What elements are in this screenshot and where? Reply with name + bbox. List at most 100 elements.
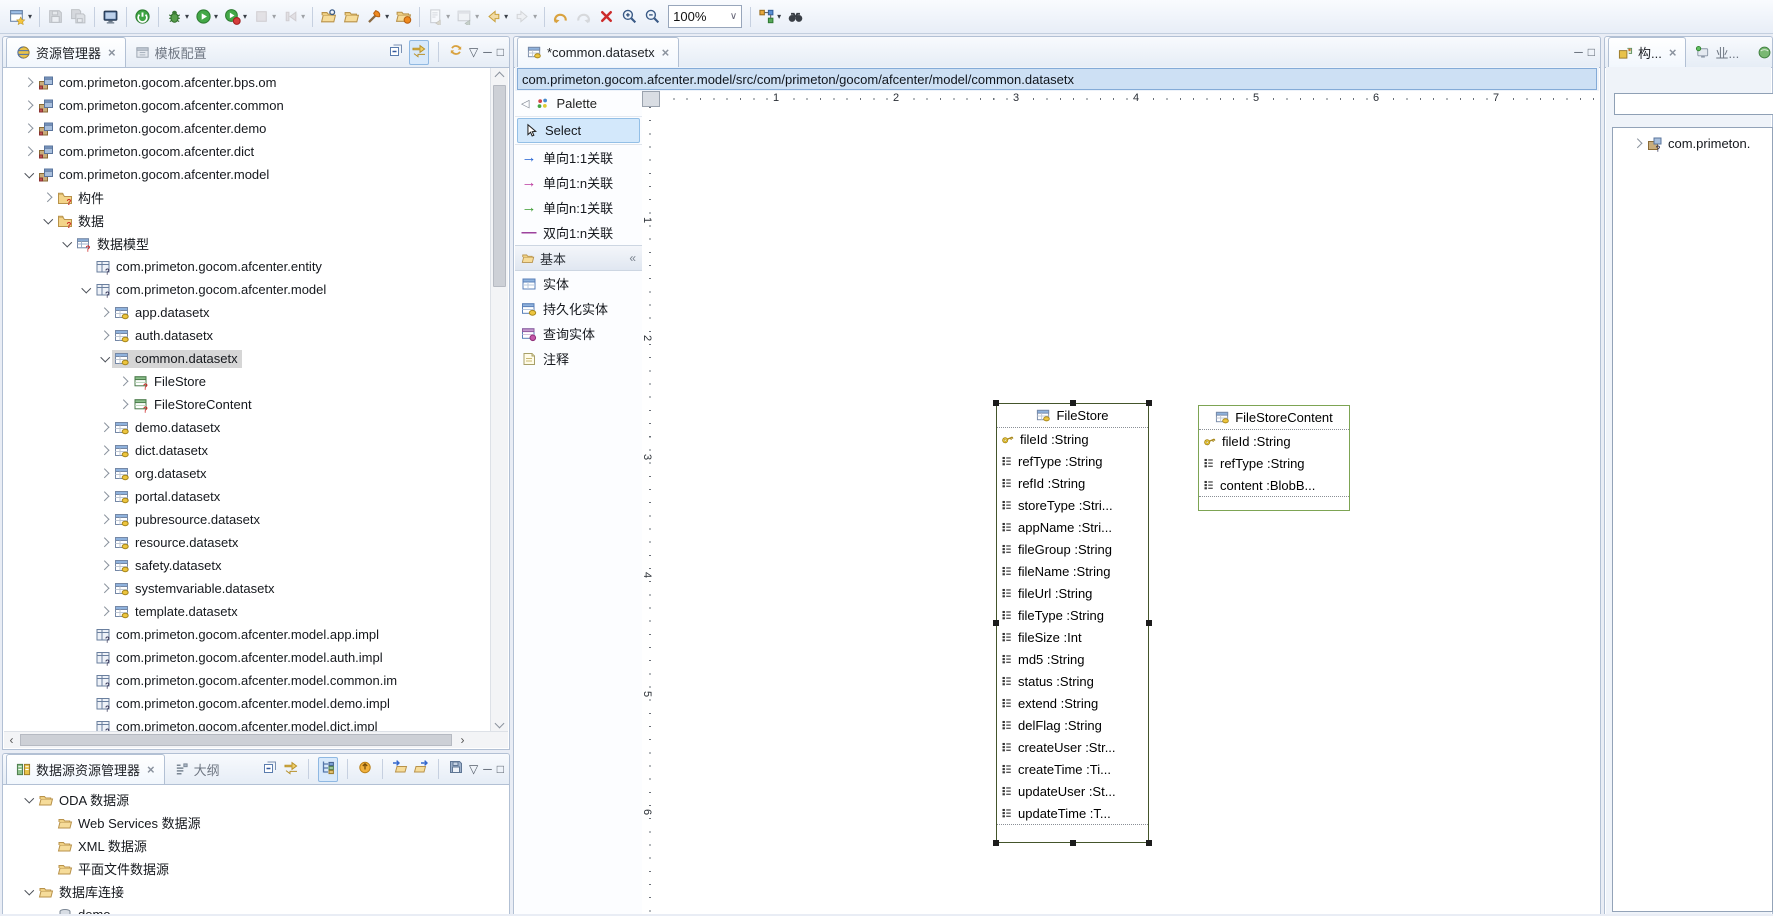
view-menu-button[interactable]: ▽: [469, 45, 478, 59]
dropdown-arrow-icon[interactable]: ▾: [533, 13, 537, 21]
tree-item-common-datasetx[interactable]: common.datasetx: [4, 347, 490, 370]
redo-button[interactable]: [572, 4, 595, 30]
chevron-right-icon[interactable]: [41, 191, 55, 205]
entity-field-createtime-ti[interactable]: createTime :Ti...: [997, 758, 1148, 780]
auto-layout-button[interactable]: ▾: [755, 4, 784, 30]
palette-item-item-1[interactable]: 持久化实体: [515, 296, 642, 321]
tree-item-item-4[interactable]: 数据库连接: [4, 880, 508, 903]
palette-header[interactable]: ◁Palette: [515, 91, 642, 117]
entity-field-md5-string[interactable]: md5 :String: [997, 648, 1148, 670]
delete-button[interactable]: [595, 4, 618, 30]
link-with-editor-button[interactable]: [283, 759, 299, 780]
chevron-right-icon[interactable]: [98, 444, 112, 458]
chevron-down-icon[interactable]: [22, 793, 36, 807]
entity-filestore[interactable]: FileStorefileId :StringrefType :Stringre…: [996, 403, 1149, 843]
tree-item-demo-datasetx[interactable]: demo.datasetx: [4, 416, 490, 439]
chevron-right-icon[interactable]: [98, 467, 112, 481]
chevron-right-icon[interactable]: [98, 329, 112, 343]
tree-item-item-6[interactable]: ?数据: [4, 209, 490, 232]
dropdown-arrow-icon[interactable]: ▾: [475, 13, 479, 21]
palette-tool-1-1[interactable]: →单向1:1关联: [515, 145, 642, 170]
last-edit-button[interactable]: ▾: [424, 4, 453, 30]
tree-item-safety-datasetx[interactable]: safety.datasetx: [4, 554, 490, 577]
dropdown-arrow-icon[interactable]: ▾: [301, 13, 305, 21]
palette-item-item-0[interactable]: 实体: [515, 271, 642, 296]
tree-item-org-datasetx[interactable]: org.datasetx: [4, 462, 490, 485]
zoom-level-combo[interactable]: 100%∨: [668, 5, 742, 28]
minimize-button[interactable]: ─: [483, 45, 492, 59]
dropdown-arrow-icon[interactable]: ▾: [243, 13, 247, 21]
open-console-button[interactable]: [99, 4, 122, 30]
tree-item-com-primeton-gocom-afcenter-model[interactable]: com.primeton.gocom.afcenter.model: [4, 163, 490, 186]
tree-item-com-primeton-gocom-afcenter-bps-om[interactable]: com.primeton.gocom.afcenter.bps.om: [4, 71, 490, 94]
dropdown-arrow-icon[interactable]: ▾: [272, 13, 276, 21]
palette-item-item-3[interactable]: 注释: [515, 346, 642, 371]
publish-button[interactable]: [392, 4, 415, 30]
minimize-button[interactable]: ─: [1574, 45, 1583, 59]
combo-arrow-icon[interactable]: ∨: [730, 11, 737, 22]
chevron-right-icon[interactable]: [22, 145, 36, 159]
entity-field-refid-string[interactable]: refId :String: [997, 472, 1148, 494]
tree-item-item-7[interactable]: ?数据模型: [4, 232, 490, 255]
entity-field-filetype-string[interactable]: fileType :String: [997, 604, 1148, 626]
save-all-button[interactable]: [67, 4, 90, 30]
entity-field-updateuser-st[interactable]: updateUser :St...: [997, 780, 1148, 802]
entity-field-filegroup-string[interactable]: fileGroup :String: [997, 538, 1148, 560]
view-menu-button[interactable]: ▽: [469, 762, 478, 776]
selection-handle[interactable]: [1070, 840, 1076, 846]
explorer-hscrollbar[interactable]: ‹ ›: [4, 731, 508, 748]
chevron-right-icon[interactable]: [98, 605, 112, 619]
resume-button[interactable]: ▾: [279, 4, 308, 30]
maximize-button[interactable]: □: [497, 45, 504, 59]
zoom-out-button[interactable]: [641, 4, 664, 30]
scroll-up-icon[interactable]: [491, 68, 508, 82]
palette-collapse-icon[interactable]: ◁: [521, 97, 529, 110]
tree-item-filestorecontent[interactable]: ?FileStoreContent: [4, 393, 490, 416]
tree-item-com-primeton-gocom-afcenter-model-auth-impl[interactable]: ?com.primeton.gocom.afcenter.model.auth.…: [4, 646, 490, 669]
filter-input[interactable]: [1614, 93, 1773, 115]
tab-item-1[interactable]: 大纲: [165, 754, 229, 784]
tree-item-com-primeton-gocom-afcenter-common[interactable]: com.primeton.gocom.afcenter.common: [4, 94, 490, 117]
chevron-down-icon[interactable]: [79, 283, 93, 297]
chevron-right-icon[interactable]: [98, 421, 112, 435]
save-button[interactable]: [44, 4, 67, 30]
scroll-left-icon[interactable]: ‹: [4, 732, 19, 748]
dropdown-arrow-icon[interactable]: ▾: [504, 13, 508, 21]
chevron-right-icon[interactable]: [98, 559, 112, 573]
dropdown-arrow-icon[interactable]: ▾: [214, 13, 218, 21]
palette-group-basic[interactable]: 基本«: [515, 245, 642, 271]
explorer-vscroll-thumb[interactable]: [493, 85, 506, 287]
chevron-right-icon[interactable]: [117, 398, 131, 412]
close-icon[interactable]: ×: [108, 45, 116, 60]
close-icon[interactable]: ×: [662, 45, 670, 60]
dropdown-arrow-icon[interactable]: ▾: [385, 13, 389, 21]
selection-handle[interactable]: [1146, 840, 1152, 846]
run-config-button[interactable]: ▾: [221, 4, 250, 30]
entity-title[interactable]: FileStore: [997, 404, 1148, 428]
chevron-right-icon[interactable]: [98, 306, 112, 320]
chevron-right-icon[interactable]: [117, 375, 131, 389]
tab-item-1[interactable]: 业...: [1686, 37, 1748, 67]
chevron-down-icon[interactable]: [22, 168, 36, 182]
dropdown-arrow-icon[interactable]: ▾: [777, 13, 781, 21]
connect-wizard-button[interactable]: [357, 759, 373, 780]
collapse-all-button[interactable]: [388, 42, 404, 63]
debug-button[interactable]: ▾: [163, 4, 192, 30]
entity-field-status-string[interactable]: status :String: [997, 670, 1148, 692]
next-annotation-button[interactable]: ▾: [453, 4, 482, 30]
tree-item-auth-datasetx[interactable]: auth.datasetx: [4, 324, 490, 347]
chevron-right-icon[interactable]: [22, 122, 36, 136]
tree-item-com-primeton-gocom-afcenter-entity[interactable]: ?com.primeton.gocom.afcenter.entity: [4, 255, 490, 278]
entity-field-fileid-string[interactable]: fileId :String: [1199, 430, 1349, 452]
minimize-button[interactable]: ─: [483, 762, 492, 776]
chevron-down-icon[interactable]: [22, 885, 36, 899]
tree-item-com-primeton[interactable]: ?com.primeton.: [1613, 132, 1772, 155]
scroll-down-icon[interactable]: [491, 718, 508, 732]
tab-item-0[interactable]: 资源管理器×: [6, 37, 126, 67]
tree-item-app-datasetx[interactable]: app.datasetx: [4, 301, 490, 324]
deploy-button[interactable]: ▾: [363, 4, 392, 30]
diagram-canvas[interactable]: FileStorefileId :StringrefType :Stringre…: [660, 107, 1600, 914]
entity-field-extend-string[interactable]: extend :String: [997, 692, 1148, 714]
chevron-right-icon[interactable]: [98, 513, 112, 527]
tree-mode-button[interactable]: [318, 757, 338, 782]
